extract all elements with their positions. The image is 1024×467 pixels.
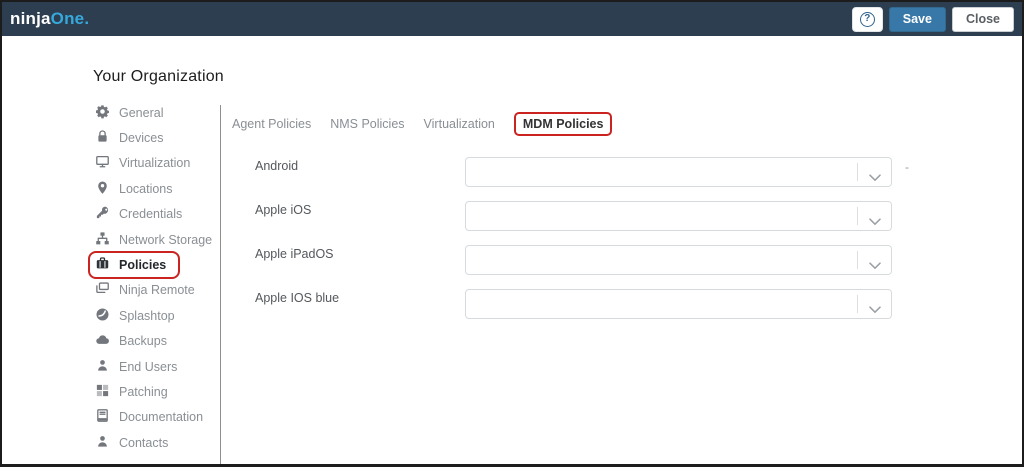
sidebar-item-network-storage[interactable]: Network Storage xyxy=(95,227,215,252)
logo-part-ninja: ninja xyxy=(10,9,51,28)
field-label: Apple IOS blue xyxy=(255,291,340,305)
chevron-down-icon xyxy=(869,301,881,319)
sidebar-item-ninja-remote[interactable]: Ninja Remote xyxy=(95,278,215,303)
sidebar-item-label: Patching xyxy=(119,384,168,399)
help-button[interactable]: ? xyxy=(851,6,883,32)
page-title: Your Organization xyxy=(93,68,224,85)
user-icon xyxy=(95,358,110,376)
field-label: Apple iOS xyxy=(255,203,312,217)
sidebar-item-devices[interactable]: Devices xyxy=(95,125,215,150)
key-icon xyxy=(95,205,110,223)
apple-ipados-policy-select[interactable] xyxy=(465,245,892,275)
briefcase-icon xyxy=(95,256,110,274)
splashtop-icon xyxy=(95,307,110,325)
gear-icon xyxy=(95,104,110,122)
logo-part-one: One. xyxy=(50,9,90,28)
select-divider xyxy=(857,295,858,313)
chevron-down-icon xyxy=(869,169,881,187)
sidebar-item-contacts[interactable]: Contacts xyxy=(95,430,215,455)
sidebar-item-label: Backups xyxy=(119,334,167,349)
navbar-actions: ? Save Close xyxy=(851,6,1014,32)
red-highlight-box: Policies xyxy=(88,251,181,280)
field-label: Android xyxy=(255,159,299,173)
top-navbar: ninjaOne. ? Save Close xyxy=(2,2,1022,36)
close-button[interactable]: Close xyxy=(951,6,1014,32)
sidebar-item-patching[interactable]: Patching xyxy=(95,379,215,404)
ninjaone-logo: ninjaOne. xyxy=(10,9,89,29)
screens-icon xyxy=(95,281,110,299)
sidebar-item-end-users[interactable]: End Users xyxy=(95,354,215,379)
sidebar-item-label: Network Storage xyxy=(119,232,213,247)
tab-virtualization[interactable]: Virtualization xyxy=(424,117,495,131)
cloud-icon xyxy=(95,332,110,350)
sidebar-item-label: Credentials xyxy=(119,207,183,222)
monitor-icon xyxy=(95,154,110,172)
sidebar-nav: General Devices Virtualization Locations… xyxy=(88,100,215,455)
sidebar-item-label: Locations xyxy=(119,181,173,196)
chevron-down-icon xyxy=(869,213,881,231)
sidebar-item-splashtop[interactable]: Splashtop xyxy=(95,303,215,328)
dash-suffix: - xyxy=(905,160,909,174)
sidebar-item-label: General xyxy=(119,105,164,120)
field-label: Apple iPadOS xyxy=(255,247,334,261)
tab-nms-policies[interactable]: NMS Policies xyxy=(330,117,404,131)
user-icon xyxy=(95,434,110,452)
sidebar-item-label: Virtualization xyxy=(119,156,191,171)
app-window: ninjaOne. ? Save Close Your Organization… xyxy=(0,0,1024,467)
sidebar-item-locations[interactable]: Locations xyxy=(95,176,215,201)
tab-agent-policies[interactable]: Agent Policies xyxy=(232,117,311,131)
sidebar-divider xyxy=(220,105,221,464)
sidebar-item-credentials[interactable]: Credentials xyxy=(95,202,215,227)
sidebar-item-general[interactable]: General xyxy=(95,100,215,125)
book-icon xyxy=(95,408,110,426)
sidebar-item-policies[interactable]: Policies xyxy=(88,251,215,280)
apple-ios-blue-policy-select[interactable] xyxy=(465,289,892,319)
chevron-down-icon xyxy=(869,257,881,275)
apple-ios-policy-select[interactable] xyxy=(465,201,892,231)
sidebar-item-backups[interactable]: Backups xyxy=(95,329,215,354)
sidebar-item-label: Contacts xyxy=(119,435,169,450)
save-button[interactable]: Save xyxy=(888,6,946,32)
android-policy-select[interactable] xyxy=(465,157,892,187)
lock-icon xyxy=(95,129,110,147)
sidebar-item-label: Devices xyxy=(119,131,164,146)
question-mark-icon: ? xyxy=(859,11,875,27)
sidebar-item-virtualization[interactable]: Virtualization xyxy=(95,151,215,176)
sidebar-item-documentation[interactable]: Documentation xyxy=(95,405,215,430)
select-divider xyxy=(857,251,858,269)
sidebar-item-label: End Users xyxy=(119,359,178,374)
grid-icon xyxy=(95,383,110,401)
sidebar-item-label: Ninja Remote xyxy=(119,283,195,298)
sidebar-item-label: Splashtop xyxy=(119,308,175,323)
sitemap-icon xyxy=(95,231,110,249)
sidebar-item-label: Policies xyxy=(119,258,167,273)
select-divider xyxy=(857,163,858,181)
select-divider xyxy=(857,207,858,225)
sidebar-item-label: Documentation xyxy=(119,410,204,425)
map-pin-icon xyxy=(95,180,110,198)
policy-tabs: Agent Policies NMS Policies Virtualizati… xyxy=(232,110,613,137)
tab-mdm-policies[interactable]: MDM Policies xyxy=(513,111,613,136)
